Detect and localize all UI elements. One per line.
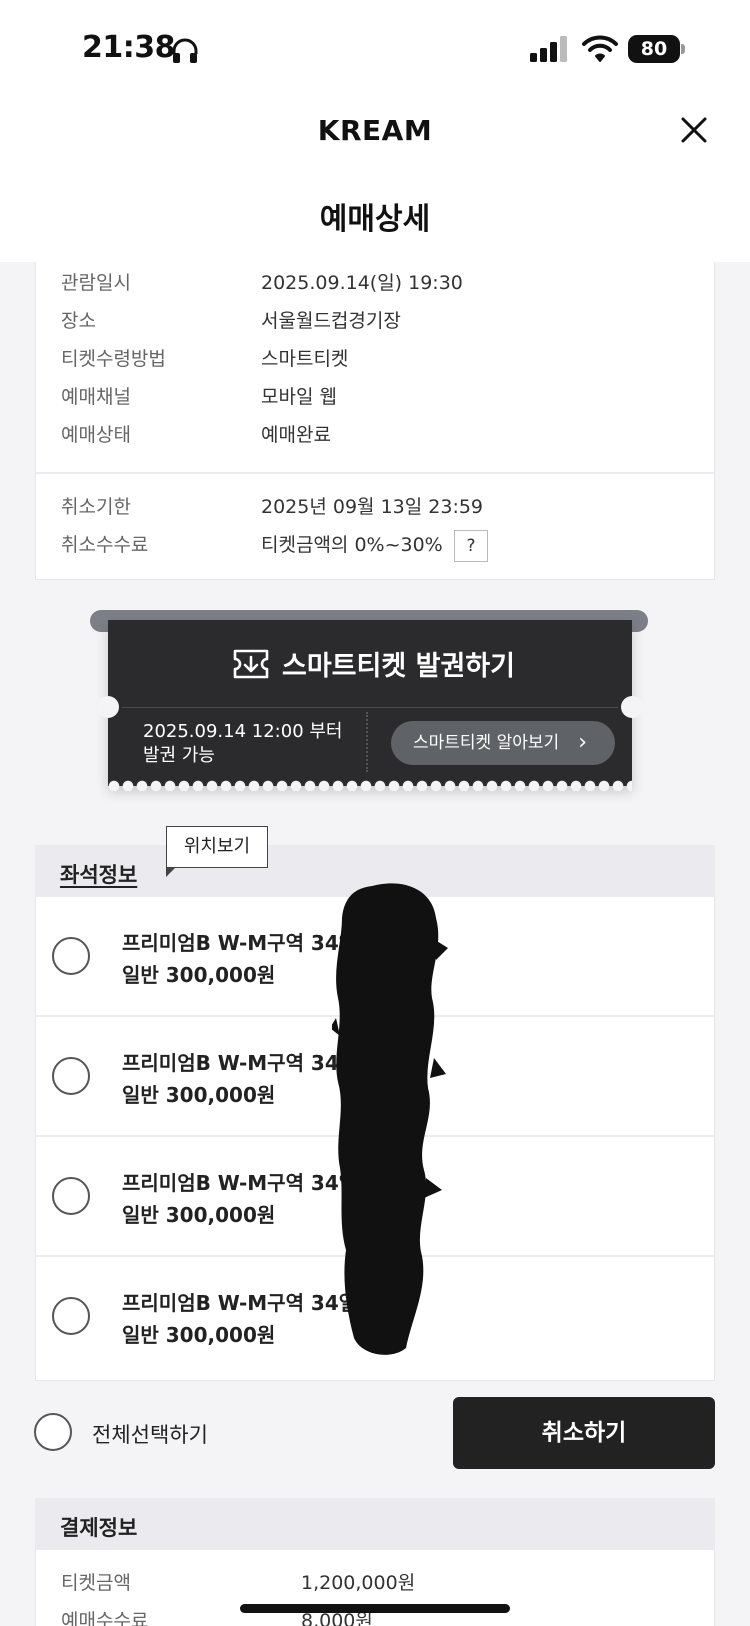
seat-name: 프리미엄B W-M구역 34열 — [122, 1171, 358, 1195]
seat-price: 일반 300,000원 — [122, 1083, 276, 1107]
seat-name: 프리미엄B W-M구역 34열 — [122, 1051, 358, 1075]
seat-name: 프리미엄B W-M구역 34열 — [122, 931, 358, 955]
info-value: 스마트티켓 — [261, 348, 349, 370]
info-value: 서울월드컵경기장 — [261, 310, 401, 332]
seat-radio[interactable] — [52, 1297, 90, 1335]
payment-label: 티켓금액 — [61, 1572, 131, 1594]
chevron-right-icon: › — [578, 730, 587, 755]
info-value: 티켓금액의 0%~30% — [261, 534, 443, 556]
page-title: 예매상세 — [319, 202, 431, 237]
issue-ticket-label: 스마트티켓 발권하기 — [282, 651, 515, 682]
redaction-mark — [332, 883, 448, 1355]
availability-date: 2025.09.14 12:00 부터 — [143, 721, 343, 742]
seat-price: 일반 300,000원 — [122, 963, 276, 987]
seat-radio[interactable] — [52, 1177, 90, 1215]
help-button[interactable]: ? — [454, 530, 488, 562]
info-row-status: 예매상태 예매완료 — [61, 416, 701, 454]
payment-info-header: 결제정보 — [35, 1498, 715, 1550]
payment-info-card: 티켓금액 1,200,000원 예매수수료 8,000원 — [35, 1550, 715, 1626]
payment-label: 예매수수료 — [61, 1610, 149, 1626]
info-label: 취소수수료 — [61, 534, 149, 556]
battery-icon: 80 — [628, 35, 685, 63]
info-value: 모바일 웹 — [261, 386, 337, 408]
seat-radio[interactable] — [52, 1057, 90, 1095]
issue-ticket-button[interactable]: 스마트티켓 발권하기 — [108, 620, 632, 708]
home-indicator — [240, 1604, 510, 1613]
seat-name: 프리미엄B W-M구역 34열 — [122, 1291, 358, 1315]
divider — [122, 707, 618, 708]
status-bar: 21:38 80 — [0, 0, 750, 100]
info-label: 장소 — [61, 310, 96, 332]
info-row-delivery: 티켓수령방법 스마트티켓 — [61, 340, 701, 378]
info-value: 예매완료 — [261, 424, 331, 446]
info-label: 예매상태 — [61, 424, 131, 446]
learn-smart-ticket-label: 스마트티켓 알아보기 — [413, 733, 560, 753]
headphones-icon — [172, 38, 198, 63]
info-label: 티켓수령방법 — [61, 348, 166, 370]
info-label: 예매채널 — [61, 386, 131, 408]
cancel-button[interactable]: 취소하기 — [453, 1397, 715, 1469]
payment-info-title: 결제정보 — [60, 1516, 138, 1540]
learn-smart-ticket-button[interactable]: 스마트티켓 알아보기 › — [391, 721, 615, 765]
battery-level: 80 — [628, 35, 680, 63]
seat-price: 일반 300,000원 — [122, 1323, 276, 1347]
view-location-button[interactable]: 위치보기 — [166, 826, 268, 877]
info-label: 취소기한 — [61, 496, 131, 518]
wifi-icon — [582, 35, 618, 62]
brand-logo: KREAM — [317, 114, 433, 147]
info-row-channel: 예매채널 모바일 웹 — [61, 378, 701, 416]
info-row-venue: 장소 서울월드컵경기장 — [61, 302, 701, 340]
info-value: 2025.09.14(일) 19:30 — [261, 272, 463, 294]
info-row-cancel-fee: 취소수수료 티켓금액의 0%~30% ? — [61, 526, 701, 564]
info-row-date: 관람일시 2025.09.14(일) 19:30 — [61, 264, 701, 302]
info-label: 관람일시 — [61, 272, 131, 294]
availability-text: 발권 가능 — [143, 745, 215, 766]
divider — [366, 712, 368, 772]
close-icon[interactable] — [678, 114, 710, 146]
select-all-radio[interactable] — [34, 1413, 72, 1451]
page-header: KREAM 예매상세 — [0, 100, 750, 262]
signal-icon — [530, 36, 567, 62]
payment-value: 1,200,000원 — [301, 1572, 416, 1594]
ticket-perforation — [108, 780, 632, 792]
select-all-label[interactable]: 전체선택하기 — [92, 1419, 208, 1449]
seat-info-title: 좌석정보 — [60, 863, 138, 887]
seat-radio[interactable] — [52, 937, 90, 975]
payment-row-ticket-price: 티켓금액 1,200,000원 — [61, 1564, 701, 1602]
status-time: 21:38 — [82, 30, 176, 65]
info-value: 2025년 09월 13일 23:59 — [261, 496, 484, 518]
ticket-availability: 2025.09.14 12:00 부터 발권 가능 — [143, 720, 343, 768]
divider — [36, 472, 714, 474]
ticket-download-icon — [233, 649, 269, 679]
smart-ticket-card[interactable]: 스마트티켓 발권하기 2025.09.14 12:00 부터 발권 가능 스마트… — [97, 620, 643, 792]
info-row-cancel-deadline: 취소기한 2025년 09월 13일 23:59 — [61, 488, 701, 526]
seat-price: 일반 300,000원 — [122, 1203, 276, 1227]
booking-info-card: 관람일시 2025.09.14(일) 19:30 장소 서울월드컵경기장 티켓수… — [35, 262, 715, 580]
